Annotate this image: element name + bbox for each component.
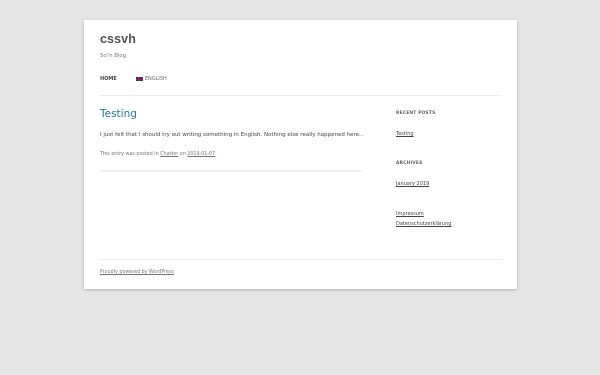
page-container: cssvh Sci'n Blog Home English Testing I … [84,20,517,289]
post-title[interactable]: Testing [100,108,137,120]
page-link-impressum[interactable]: Impressum [396,211,424,217]
footer-divider [100,259,501,260]
nav-item-english[interactable]: English [135,76,167,82]
site-description: Sci'n Blog [100,53,126,59]
site-title[interactable]: cssvh [100,32,136,46]
post-excerpt: I just felt that I should try out writin… [100,132,365,138]
nav-item-home[interactable]: Home [100,76,117,82]
post-meta-suffix: . [215,152,217,157]
archives-heading: Archives [396,161,423,166]
nav-item-english-label: English [144,76,167,82]
main-navigation: Home English [100,76,167,82]
page-link-privacy[interactable]: Datenschutzerklärung [396,221,451,227]
post-meta-prefix: This entry was posted in [100,152,159,157]
post-date-link[interactable]: 2019-01-07 [187,152,215,157]
recent-post-link[interactable]: Testing [396,131,414,137]
post-category-link[interactable]: Chatter [160,152,178,157]
archive-link[interactable]: January 2019 [396,181,429,187]
footer-credit-link[interactable]: Proudly powered by WordPress [100,270,174,275]
recent-posts-heading: Recent Posts [396,111,436,116]
nav-divider [100,95,501,96]
post-meta: This entry was posted in Chatter on 2019… [100,152,217,157]
post-divider [100,170,362,172]
uk-flag-icon [135,77,143,81]
post-meta-on: on [179,152,186,157]
